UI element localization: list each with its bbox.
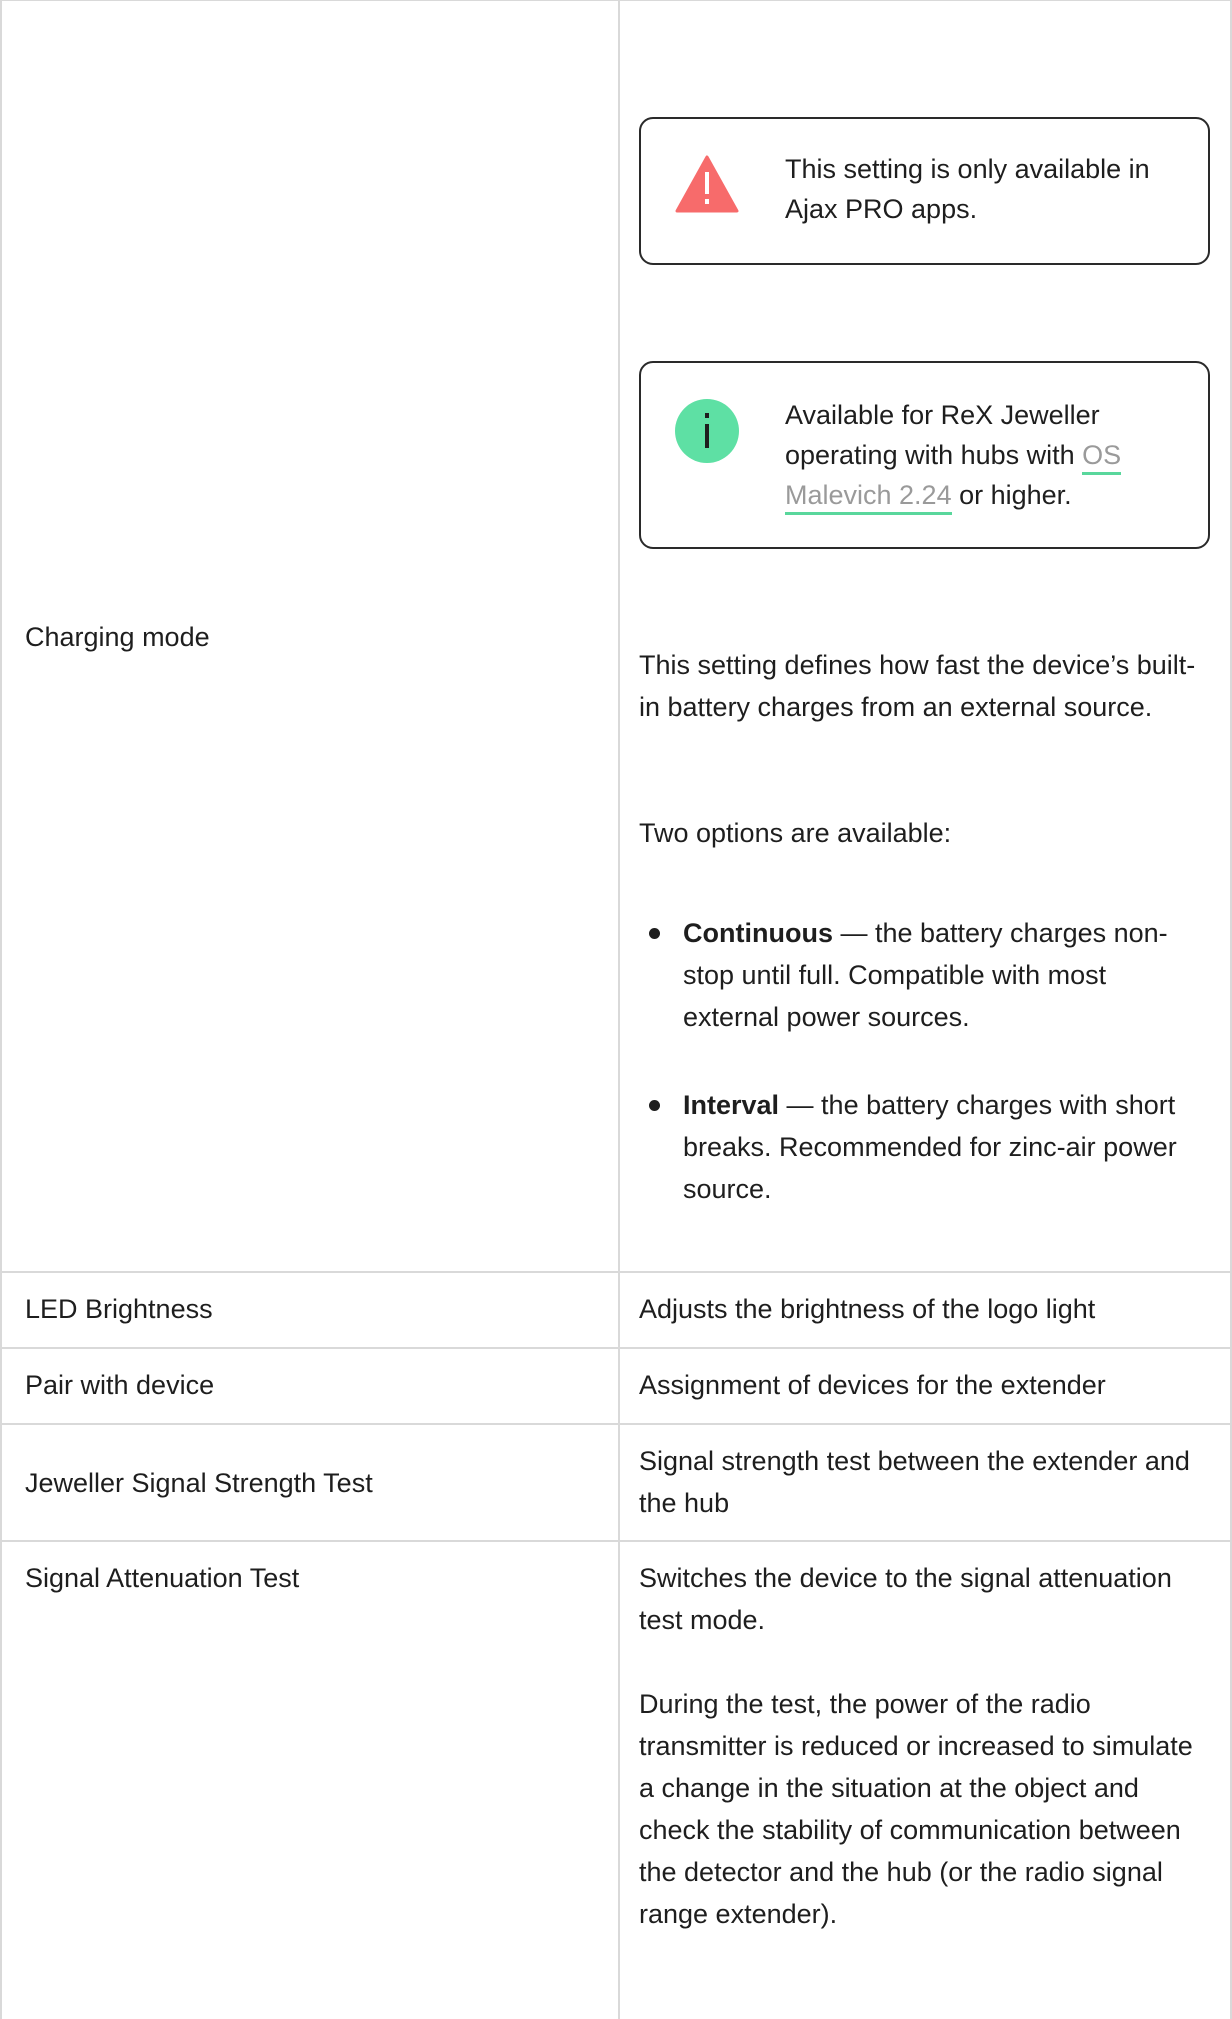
led-brightness-description: Adjusts the brightness of the logo light — [639, 1294, 1096, 1324]
row-label-charging-mode: Charging mode — [25, 622, 210, 652]
os-version-notice: Available for ReX Jeweller operating wit… — [639, 361, 1210, 549]
list-item: Continuous — the battery charges non-sto… — [639, 912, 1209, 1038]
pro-only-notice: This setting is only available in Ajax P… — [639, 117, 1210, 265]
info-icon — [675, 399, 739, 463]
row-label-jeweller-signal-test: Jeweller Signal Strength Test — [25, 1468, 373, 1498]
os-version-notice-text: Available for ReX Jeweller operating wit… — [785, 395, 1175, 515]
row-divider — [0, 1540, 1232, 1542]
row-divider — [0, 1271, 1232, 1273]
option-name: Interval — [683, 1090, 780, 1120]
row-label-pair-with-device: Pair with device — [25, 1370, 215, 1400]
signal-attenuation-description: Switches the device to the signal attenu… — [639, 1563, 1172, 1635]
row-label-signal-attenuation-test: Signal Attenuation Test — [25, 1563, 300, 1593]
charging-options-list: Continuous — the battery charges non-sto… — [639, 912, 1209, 1210]
pair-with-device-description: Assignment of devices for the extender — [639, 1370, 1106, 1400]
settings-table: Charging mode This setting is only avail… — [0, 0, 1232, 2019]
signal-attenuation-details: During the test, the power of the radio … — [639, 1689, 1193, 1929]
pro-only-notice-text: This setting is only available in Ajax P… — [785, 154, 1150, 224]
notice-text-before: Available for ReX Jeweller operating wit… — [785, 400, 1100, 470]
row-divider — [0, 1423, 1232, 1425]
row-label-led-brightness: LED Brightness — [25, 1294, 213, 1324]
list-item: Interval — the battery charges with shor… — [639, 1084, 1209, 1210]
charging-options-intro: Two options are available: — [639, 818, 952, 848]
warning-triangle-icon — [675, 155, 739, 213]
row-divider — [0, 1347, 1232, 1349]
jeweller-signal-test-description: Signal strength test between the extende… — [639, 1446, 1190, 1518]
table-column-divider — [618, 1, 620, 2019]
notice-text-after: or higher. — [951, 480, 1072, 510]
table-border-left — [0, 1, 2, 2019]
option-name: Continuous — [683, 918, 833, 948]
charging-mode-description: This setting defines how fast the device… — [639, 650, 1196, 722]
